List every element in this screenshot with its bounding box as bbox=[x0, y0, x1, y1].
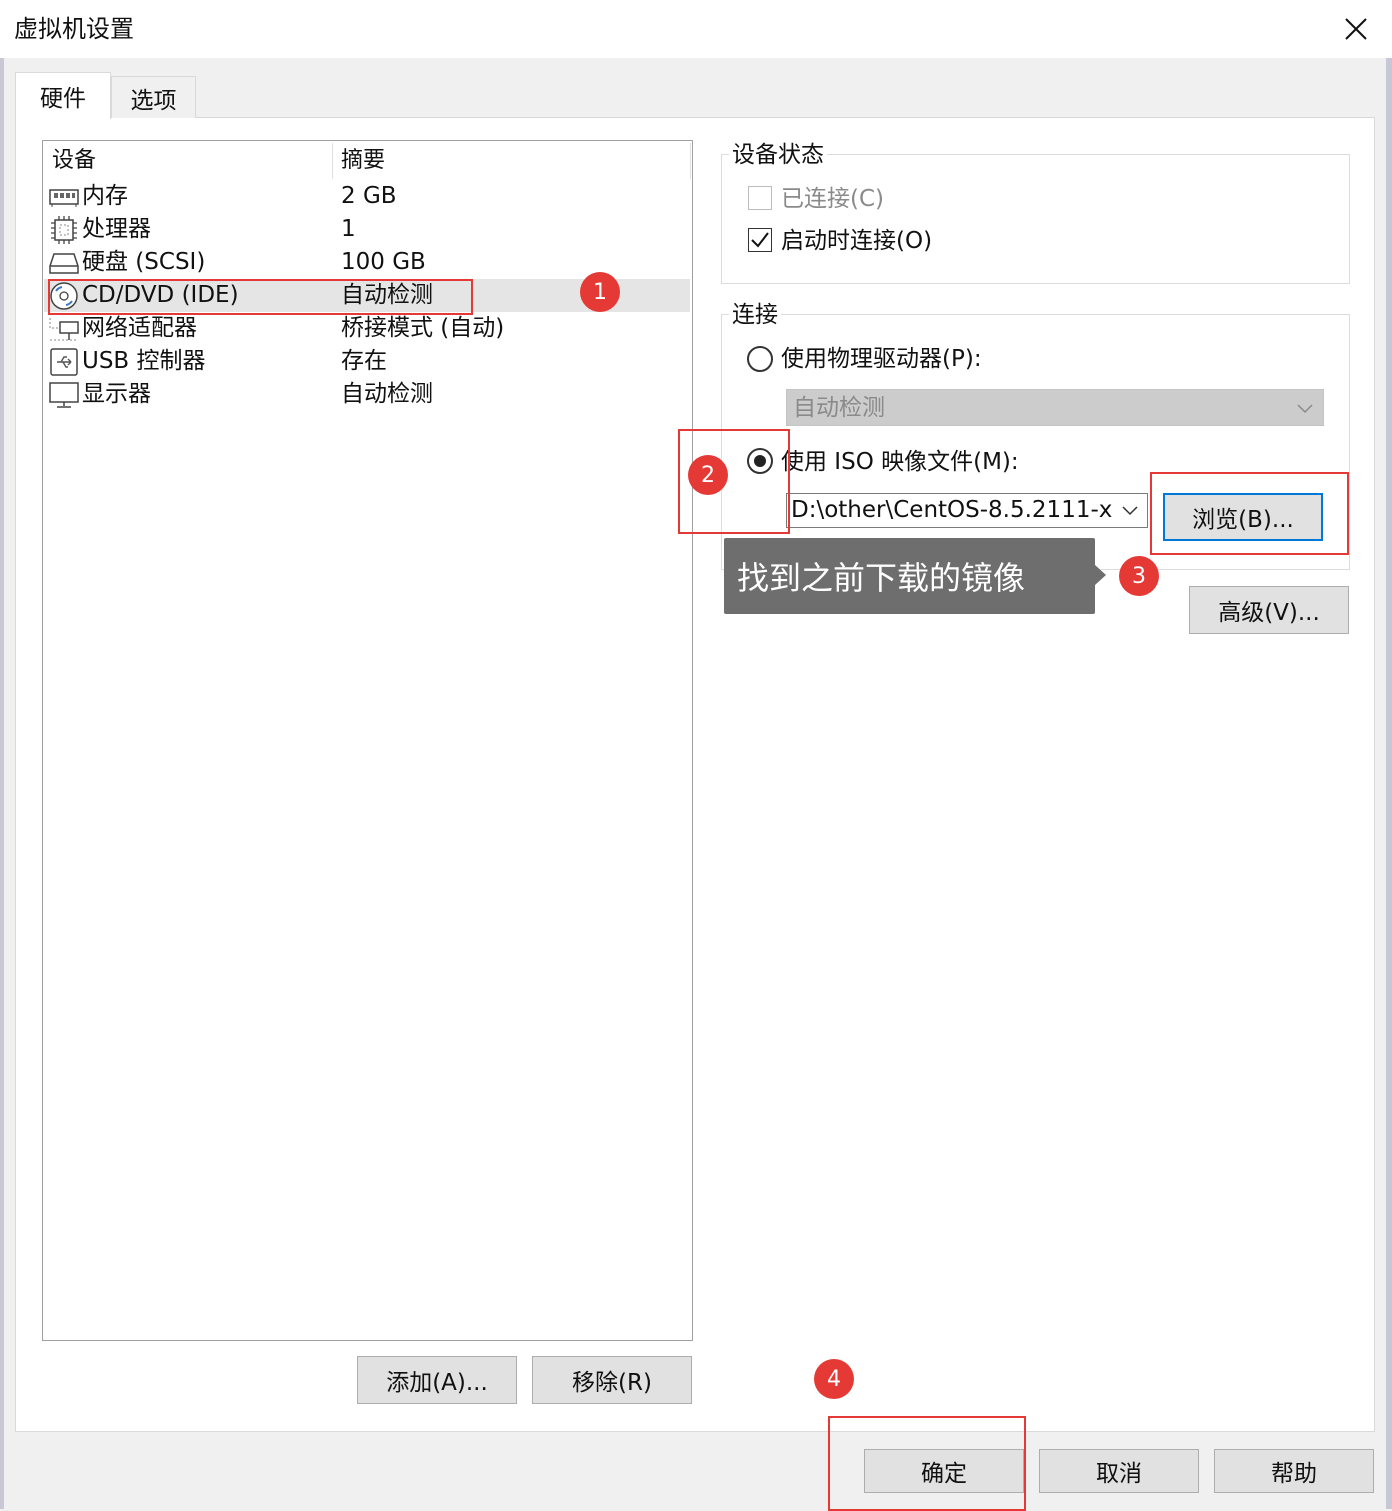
cancel-button[interactable]: 取消 bbox=[1039, 1449, 1199, 1493]
column-header-summary[interactable]: 摘要 bbox=[341, 145, 385, 177]
advanced-button[interactable]: 高级(V)... bbox=[1189, 586, 1349, 634]
annotation-highlight-cd-dvd bbox=[48, 279, 473, 315]
physical-drive-dropdown-value: 自动检测 bbox=[793, 395, 885, 421]
monitor-icon bbox=[49, 382, 79, 408]
cpu-icon bbox=[51, 216, 77, 244]
annotation-highlight-ok bbox=[828, 1416, 1026, 1511]
memory-icon bbox=[49, 189, 79, 207]
iso-path-combobox[interactable]: D:\other\CentOS-8.5.2111-x86 bbox=[786, 493, 1148, 528]
device-name: 硬盘 (SCSI) bbox=[82, 249, 206, 275]
column-separator bbox=[332, 143, 333, 179]
connect-at-power-on-label[interactable]: 启动时连接(O) bbox=[781, 226, 932, 256]
title-bar bbox=[0, 0, 1392, 58]
device-name: 网络适配器 bbox=[82, 315, 197, 341]
device-row-network-adapter[interactable]: 网络适配器 桥接模式 (自动) bbox=[44, 312, 690, 345]
device-summary: 2 GB bbox=[341, 183, 397, 209]
help-button[interactable]: 帮助 bbox=[1214, 1449, 1374, 1493]
column-header-device[interactable]: 设备 bbox=[52, 145, 96, 177]
checkmark-icon bbox=[751, 232, 769, 248]
device-summary: 100 GB bbox=[341, 249, 426, 275]
add-device-button[interactable]: 添加(A)... bbox=[357, 1356, 517, 1404]
device-name: 显示器 bbox=[82, 381, 151, 407]
window-edge-right bbox=[1386, 58, 1392, 1509]
hard-disk-icon bbox=[49, 253, 79, 274]
remove-device-button[interactable]: 移除(R) bbox=[532, 1356, 692, 1404]
chevron-down-icon bbox=[1297, 404, 1313, 414]
annotation-badge-2: 2 bbox=[688, 455, 728, 495]
physical-drive-dropdown[interactable]: 自动检测 bbox=[786, 389, 1324, 426]
device-name: 内存 bbox=[82, 183, 128, 209]
device-status-legend: 设备状态 bbox=[729, 141, 827, 169]
physical-drive-radio[interactable] bbox=[747, 346, 773, 372]
annotation-badge-4: 4 bbox=[814, 1359, 854, 1399]
device-row-display[interactable]: 显示器 自动检测 bbox=[44, 378, 690, 411]
close-icon bbox=[1345, 18, 1367, 40]
tab-options[interactable]: 选项 bbox=[111, 76, 196, 118]
device-row-processor[interactable]: 处理器 1 bbox=[44, 213, 690, 246]
physical-drive-label[interactable]: 使用物理驱动器(P): bbox=[781, 344, 982, 374]
device-name: 处理器 bbox=[82, 216, 151, 242]
annotation-badge-3: 3 bbox=[1119, 556, 1159, 596]
iso-path-value: D:\other\CentOS-8.5.2111-x86 bbox=[791, 497, 1142, 523]
close-button[interactable] bbox=[1330, 8, 1382, 50]
connected-checkbox[interactable] bbox=[748, 186, 772, 210]
device-summary: 桥接模式 (自动) bbox=[341, 315, 505, 341]
column-separator bbox=[690, 143, 691, 179]
device-summary: 1 bbox=[341, 216, 356, 242]
connection-legend: 连接 bbox=[729, 301, 781, 329]
device-summary: 自动检测 bbox=[341, 381, 433, 407]
window-title: 虚拟机设置 bbox=[14, 15, 134, 43]
connect-at-power-on-checkbox[interactable] bbox=[748, 228, 772, 252]
device-row-memory[interactable]: 内存 2 GB bbox=[44, 180, 690, 213]
tooltip-arrow bbox=[1095, 565, 1106, 585]
annotation-tooltip: 找到之前下载的镜像 bbox=[724, 538, 1095, 614]
chevron-down-icon bbox=[1122, 506, 1138, 516]
combobox-arrow-area[interactable] bbox=[1113, 494, 1147, 527]
device-name: USB 控制器 bbox=[82, 348, 206, 374]
network-adapter-icon bbox=[49, 318, 79, 341]
tab-hardware[interactable]: 硬件 bbox=[15, 72, 111, 119]
connected-label[interactable]: 已连接(C) bbox=[781, 184, 884, 214]
device-summary: 存在 bbox=[341, 348, 387, 374]
window-edge-left bbox=[0, 58, 4, 1509]
device-row-usb-controller[interactable]: USB 控制器 存在 bbox=[44, 345, 690, 378]
iso-image-label[interactable]: 使用 ISO 映像文件(M): bbox=[781, 447, 1019, 477]
device-status-group bbox=[721, 154, 1350, 284]
annotation-badge-1: 1 bbox=[580, 272, 620, 312]
annotation-highlight-browse bbox=[1150, 472, 1349, 555]
usb-icon bbox=[50, 348, 78, 376]
